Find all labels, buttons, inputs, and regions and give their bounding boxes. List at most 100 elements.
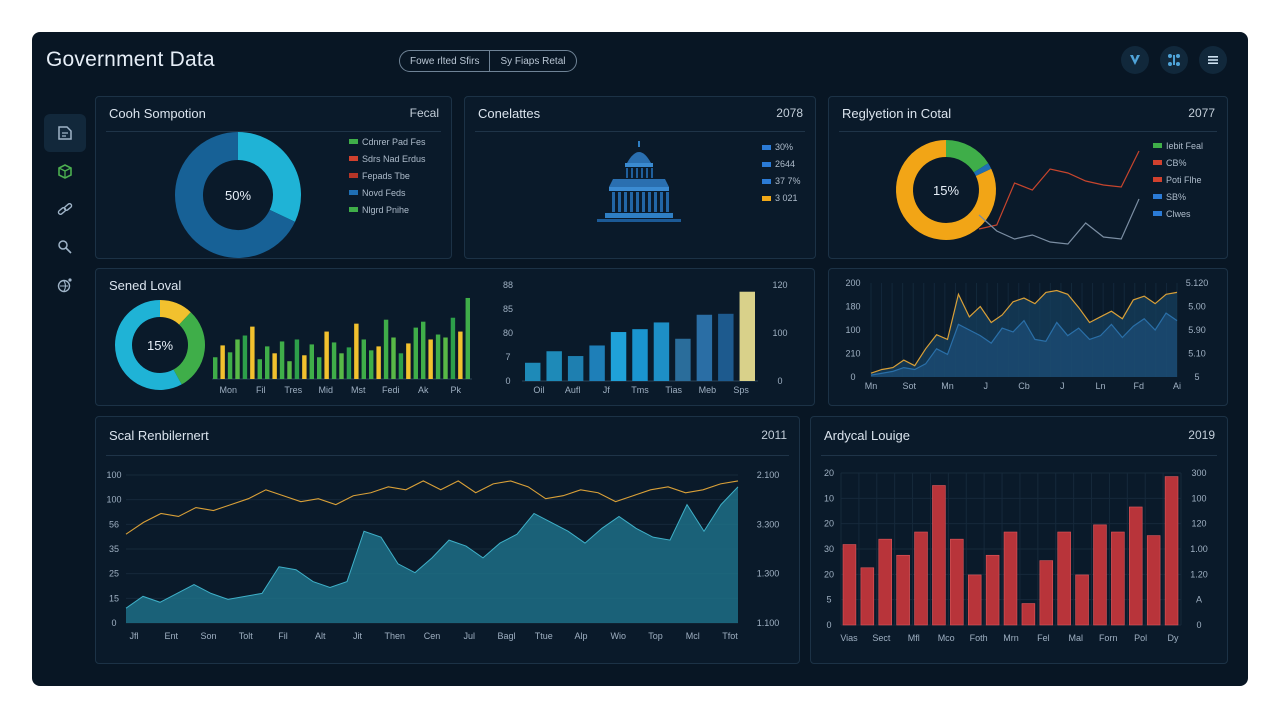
filter-pill-2[interactable]: Sy Fiaps Retal — [489, 51, 575, 71]
donut-center-label: 50% — [225, 188, 251, 203]
sidebar-item-packages[interactable] — [44, 152, 86, 190]
x-tick-label: Aufl — [565, 385, 581, 395]
bar — [213, 357, 218, 379]
legend-swatch — [349, 139, 358, 144]
legend: Iebit Feal CB% Poti Flhe SB% Clwes — [1153, 137, 1203, 222]
menu-icon[interactable] — [1199, 46, 1227, 74]
shield-icon[interactable] — [1121, 46, 1149, 74]
x-tick-label: Son — [200, 631, 216, 641]
legend-item: 3 021 — [762, 190, 801, 207]
legend-label: Cdnrer Pad Fes — [362, 136, 426, 147]
x-tick-label: Jfl — [130, 631, 139, 641]
bar — [354, 323, 359, 379]
line-series — [125, 480, 739, 535]
sidebar-item-locations[interactable] — [44, 228, 86, 266]
y-tick-label: 0 — [111, 618, 116, 628]
legend-swatch — [1153, 211, 1162, 216]
filter-pill-1[interactable]: Fowe rlted Sfirs — [400, 51, 489, 71]
line-series — [978, 198, 1140, 245]
panel-correlates: Conelattes 2078 30% 2644 37 7% 3 021 — [464, 96, 816, 259]
donut-slice — [237, 132, 301, 222]
bar — [406, 343, 411, 379]
legend-swatch — [1153, 194, 1162, 199]
legend-swatch — [762, 145, 771, 150]
bar — [428, 339, 433, 379]
x-tick-label: Ln — [1095, 381, 1105, 391]
legend-swatch — [349, 207, 358, 212]
legend-swatch — [762, 162, 771, 167]
bar — [421, 321, 426, 379]
bar — [546, 351, 562, 381]
legend-item: Iebit Feal — [1153, 137, 1203, 154]
legend-item: SB% — [1153, 188, 1203, 205]
x-tick-label: Tias — [665, 385, 682, 395]
x-tick-label: Mon — [219, 385, 237, 395]
y-tick-label: 100 — [1191, 493, 1206, 503]
pin-icon — [58, 240, 72, 254]
panel-title: Ardycal Louige — [824, 428, 910, 443]
legend-label: CB% — [1166, 157, 1187, 168]
sidebar-item-documents[interactable] — [44, 114, 86, 152]
x-tick-label: Ak — [418, 385, 429, 395]
x-tick-label: Vias — [840, 633, 858, 643]
x-tick-label: Pol — [1134, 633, 1147, 643]
legend-label: 3 021 — [775, 193, 798, 203]
legend-label: 30% — [775, 142, 794, 152]
bar — [383, 319, 389, 379]
y-tick-label: 200 — [845, 278, 860, 288]
x-tick-label: Alt — [315, 631, 326, 641]
x-tick-label: Forn — [1099, 633, 1118, 643]
legend-swatch — [762, 196, 771, 201]
x-tick-label: Pk — [450, 385, 461, 395]
area-chart: 100 100 56 35 25 15 0 2.100 3.300 1.300 1.100 Jfl En… — [106, 470, 779, 641]
sidebar-item-global[interactable] — [44, 266, 86, 304]
bar — [632, 329, 648, 381]
filter-pill-group: Fowe rlted Sfirs Sy Fiaps Retal — [399, 50, 577, 72]
y-tick-label: 100 — [772, 328, 787, 338]
y-tick-label: 85 — [503, 304, 513, 314]
divider — [839, 131, 1217, 132]
y-tick-label: 1.20 — [1190, 569, 1208, 579]
y-tick-label: 0 — [850, 372, 855, 382]
x-tick-label: Mid — [318, 385, 333, 395]
panel-value: 2078 — [776, 106, 803, 120]
bar — [567, 356, 584, 381]
bar — [346, 347, 352, 379]
x-tick-label: J — [1060, 381, 1065, 391]
sidebar-item-links[interactable] — [44, 190, 86, 228]
bar — [413, 327, 418, 379]
legend-label: Novd Feds — [362, 187, 406, 198]
bar — [458, 331, 463, 379]
link-icon — [57, 203, 73, 215]
divider — [475, 131, 805, 132]
y-tick-label: 100 — [845, 325, 860, 335]
legend-item: Cdnrer Pad Fes — [349, 133, 426, 150]
x-tick-label: Mst — [351, 385, 366, 395]
network-icon[interactable] — [1160, 46, 1188, 74]
x-tick-label: Ttue — [535, 631, 553, 641]
donut-center-label: 15% — [147, 338, 173, 353]
y-tick-label: 1.00 — [1190, 544, 1208, 554]
y-tick-label: 210 — [845, 349, 860, 359]
legend-label: Sdrs Nad Erdus — [362, 153, 426, 164]
panel-title: Sened Loval — [109, 278, 182, 293]
bar — [250, 326, 255, 379]
bar — [914, 531, 928, 626]
legend-swatch — [1153, 177, 1162, 182]
x-tick-label: Fil — [256, 385, 266, 395]
x-tick-label: Cb — [1018, 381, 1030, 391]
bar — [331, 342, 337, 379]
y-tick-label: 20 — [824, 468, 834, 478]
y-tick-label: 0 — [1196, 620, 1201, 630]
capitol-building-icon — [597, 141, 681, 222]
globe-icon — [57, 278, 72, 293]
donut-chart: 15% — [115, 300, 205, 390]
x-tick-label: Bagl — [497, 631, 515, 641]
y-tick-label: 35 — [109, 544, 119, 554]
legend-item: Novd Feds — [349, 184, 426, 201]
x-tick-label: Alp — [574, 631, 587, 641]
y-tick-label: 88 — [503, 280, 513, 290]
panel-value: 2011 — [761, 428, 787, 442]
bar — [398, 353, 404, 379]
panel-value: Fecal — [409, 106, 439, 120]
